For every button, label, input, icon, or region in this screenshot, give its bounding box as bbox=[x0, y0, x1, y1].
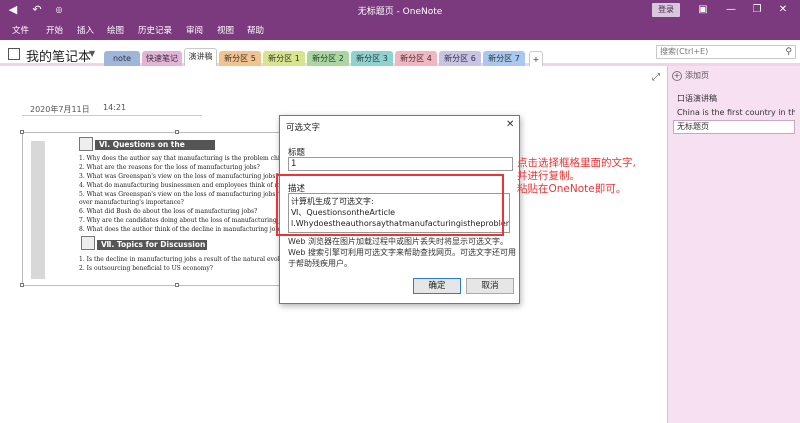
login-button[interactable]: 登录 bbox=[652, 3, 680, 17]
resize-handle[interactable] bbox=[20, 283, 24, 287]
image-text-line: 1. Is the decline in manufacturing jobs … bbox=[79, 256, 299, 263]
menu-review[interactable]: 审阅 bbox=[186, 24, 203, 36]
image-text-line: 3. What was Greenspan's view on the loss… bbox=[79, 173, 279, 180]
cancel-button[interactable]: 取消 bbox=[466, 278, 514, 294]
title-input[interactable]: 1 bbox=[288, 157, 513, 171]
annotation-text: 点击选择框格里面的文字, 并进行复制。 粘贴在OneNote即可。 bbox=[517, 157, 667, 196]
image-text-line: 1. Why does the author say that manufact… bbox=[79, 155, 289, 162]
image-text-line: over manufacturing's importance? bbox=[79, 199, 184, 206]
annotation-line: 并进行复制。 bbox=[517, 170, 580, 182]
dialog-title: 可选文字 bbox=[286, 123, 321, 133]
tab-section-1[interactable]: 新分区 1 bbox=[263, 51, 305, 66]
tab-section-4[interactable]: 新分区 4 bbox=[395, 51, 437, 66]
menu-bar: 文件 开始 插入 绘图 历史记录 审阅 视图 帮助 bbox=[0, 20, 800, 40]
add-page-button[interactable]: + 添加页 bbox=[672, 70, 709, 81]
textarea-scrollbar[interactable] bbox=[505, 193, 513, 233]
add-icon: + bbox=[672, 71, 682, 81]
image-header-questions: Ⅵ. Questions on the Article bbox=[95, 140, 215, 159]
ok-button[interactable]: 确定 bbox=[413, 278, 461, 294]
menu-history[interactable]: 历史记录 bbox=[138, 24, 172, 36]
highlight-box bbox=[276, 174, 504, 236]
page-time: 14:21 bbox=[103, 103, 127, 112]
annotation-line: 粘贴在OneNote即可。 bbox=[517, 183, 627, 195]
dialog-help-text: Web 浏览器在图片加载过程中或图片丢失时将显示可选文字。Web 搜索引擎可利用… bbox=[288, 237, 516, 268]
menu-view[interactable]: 视图 bbox=[217, 24, 234, 36]
image-header-topics: Ⅶ. Topics for Discussion bbox=[97, 240, 207, 250]
image-pictogram-icon bbox=[81, 236, 95, 250]
tab-section-7[interactable]: 新分区 7 bbox=[483, 51, 525, 66]
annotation-line: 点击选择框格里面的文字, bbox=[517, 157, 636, 169]
image-pictogram-icon bbox=[79, 137, 93, 151]
search-input[interactable]: 搜索(Ctrl+E) ⚲ bbox=[656, 45, 796, 59]
minimize-icon[interactable]: — bbox=[722, 2, 740, 18]
menu-home[interactable]: 开始 bbox=[46, 24, 63, 36]
notebook-icon[interactable] bbox=[8, 48, 20, 60]
tab-speech[interactable]: 演讲稿 bbox=[184, 48, 217, 66]
title-bar: ◀ ↶ ◎ 无标题页 - OneNote 登录 ▣ — ❐ ✕ bbox=[0, 0, 800, 20]
menu-draw[interactable]: 绘图 bbox=[107, 24, 124, 36]
add-page-label: 添加页 bbox=[685, 71, 709, 80]
page-entry-untitled[interactable]: 无标题页 bbox=[673, 120, 795, 134]
image-text-line: 6. What did Bush do about the loss of ma… bbox=[79, 208, 258, 215]
expand-icon[interactable]: ⤢ bbox=[652, 72, 660, 83]
image-text-line: 5. What was Greenspan's view on the loss… bbox=[79, 191, 279, 198]
ribbon-display-icon[interactable]: ▣ bbox=[694, 2, 712, 18]
tab-quick-notes[interactable]: 快速笔记 bbox=[142, 51, 182, 66]
tab-note[interactable]: note bbox=[104, 51, 140, 66]
tab-section-3[interactable]: 新分区 3 bbox=[351, 51, 393, 66]
page-entry-china[interactable]: China is the first country in the bbox=[677, 108, 795, 117]
search-icon[interactable]: ⚲ bbox=[785, 46, 792, 58]
image-text-line: 2. Is outsourcing beneficial to US econo… bbox=[79, 265, 213, 272]
restore-icon[interactable]: ❐ bbox=[748, 2, 766, 18]
resize-handle[interactable] bbox=[175, 283, 179, 287]
window-title: 无标题页 - OneNote bbox=[357, 7, 443, 17]
image-text-line: 7. Why are the candidates doing about th… bbox=[79, 217, 295, 224]
resize-handle[interactable] bbox=[20, 130, 24, 134]
tab-section-6[interactable]: 新分区 6 bbox=[439, 51, 481, 66]
image-text-line: 8. What does the author think of the dec… bbox=[79, 226, 286, 233]
close-icon[interactable]: ✕ bbox=[774, 2, 792, 18]
notebook-bar: 我的笔记本 ▼ note 快速笔记 演讲稿 新分区 5 新分区 1 新分区 2 … bbox=[0, 40, 800, 66]
chevron-down-icon[interactable]: ▼ bbox=[89, 49, 95, 58]
tab-section-5[interactable]: 新分区 5 bbox=[219, 51, 261, 66]
image-side-strip bbox=[31, 141, 45, 279]
menu-file[interactable]: 文件 bbox=[12, 24, 29, 36]
menu-insert[interactable]: 插入 bbox=[77, 24, 94, 36]
tab-section-2[interactable]: 新分区 2 bbox=[307, 51, 349, 66]
image-text-line: 2. What are the reasons for the loss of … bbox=[79, 164, 260, 171]
dialog-close-icon[interactable]: ✕ bbox=[506, 119, 514, 130]
menu-help[interactable]: 帮助 bbox=[247, 24, 264, 36]
embedded-image[interactable]: Ⅵ. Questions on the Article 1. Why does … bbox=[20, 130, 323, 287]
resize-handle[interactable] bbox=[175, 130, 179, 134]
search-placeholder: 搜索(Ctrl+E) bbox=[660, 47, 709, 56]
notebook-name[interactable]: 我的笔记本 bbox=[26, 46, 91, 65]
page-date: 2020年7月11日 bbox=[30, 105, 90, 114]
add-section-button[interactable]: + bbox=[529, 51, 543, 66]
page-entry-speech[interactable]: 口语演讲稿 bbox=[677, 93, 795, 104]
